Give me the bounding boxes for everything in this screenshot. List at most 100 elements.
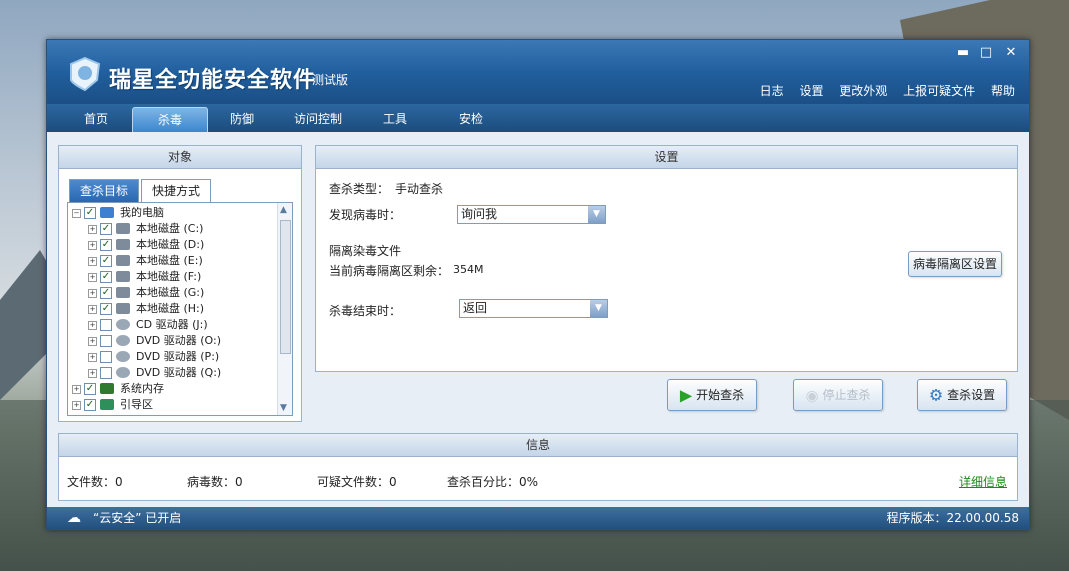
edition-label: 测试版 — [312, 73, 349, 87]
info-panel-title: 信息 — [59, 434, 1017, 457]
chevron-down-icon[interactable]: ▼ — [590, 300, 607, 317]
on-finish-select-value: 返回 — [463, 301, 488, 315]
tree-checkbox[interactable]: ✓ — [100, 223, 112, 235]
tree-checkbox[interactable]: ✓ — [100, 303, 112, 315]
tab-home[interactable]: 首页 — [59, 107, 133, 131]
tab-antivirus[interactable]: 杀毒 — [132, 107, 208, 132]
shield-logo-icon — [70, 56, 101, 92]
expand-toggle-icon[interactable]: + — [72, 385, 81, 394]
expand-toggle-icon[interactable]: + — [88, 337, 97, 346]
tree-item-label: 本地磁盘 (D:) — [136, 238, 205, 251]
expand-toggle-icon[interactable]: + — [88, 353, 97, 362]
chevron-down-icon[interactable]: ▼ — [588, 206, 605, 223]
tab-defense[interactable]: 防御 — [205, 107, 279, 131]
tree-scrollbar[interactable]: ▲ ▼ — [277, 203, 292, 415]
tree-checkbox[interactable]: ✓ — [100, 287, 112, 299]
quarantine-settings-button[interactable]: 病毒隔离区设置 — [908, 251, 1002, 277]
tree-item-label: DVD 驱动器 (O:) — [136, 334, 222, 347]
scan-percent: 查杀百分比：0% — [447, 475, 539, 489]
expand-toggle-icon[interactable]: + — [88, 369, 97, 378]
scan-percent-value: 0% — [519, 475, 539, 489]
link-log[interactable]: 日志 — [760, 84, 784, 98]
tree-checkbox[interactable]: ✓ — [100, 271, 112, 283]
tree-checkbox[interactable]: ✓ — [84, 399, 96, 411]
boot-sector-icon — [100, 399, 114, 410]
suspicious-count: 可疑文件数：0 — [317, 475, 397, 489]
link-help[interactable]: 帮助 — [991, 84, 1015, 98]
expand-toggle-icon[interactable]: + — [88, 273, 97, 282]
link-report-file[interactable]: 上报可疑文件 — [903, 84, 975, 98]
stop-scan-button[interactable]: ◉ 停止查杀 — [793, 379, 883, 411]
on-virus-label: 发现病毒时： — [329, 208, 402, 222]
tree-checkbox[interactable]: ✓ — [100, 255, 112, 267]
maximize-button[interactable]: □ — [978, 45, 994, 60]
on-finish-select[interactable]: 返回 ▼ — [459, 299, 608, 318]
tree-item-label: 本地磁盘 (F:) — [136, 270, 202, 283]
target-panel: 对象 查杀目标 快捷方式 + ✓ 引导区 + ✓ 系统内存 + DVD 驱动器 (Q:) + DV… — [58, 145, 302, 422]
file-count-value: 0 — [115, 475, 123, 489]
expand-toggle-icon[interactable]: + — [88, 225, 97, 234]
stop-scan-label: 停止查杀 — [822, 388, 871, 402]
expand-toggle-icon[interactable]: + — [88, 257, 97, 266]
link-settings[interactable]: 设置 — [799, 84, 823, 98]
tree-checkbox[interactable]: ✓ — [84, 383, 96, 395]
tree-item-label: DVD 驱动器 (P:) — [136, 350, 220, 363]
title-bar: 瑞星全功能安全软件 测试版 ▬ □ ✕ 日志 设置 更改外观 上报可疑文件 帮助 — [47, 40, 1029, 104]
main-tabs: 首页 杀毒 防御 访问控制 工具 安检 — [47, 104, 1029, 132]
link-change-skin[interactable]: 更改外观 — [839, 84, 887, 98]
close-button[interactable]: ✕ — [1003, 45, 1019, 60]
scan-type-value: 手动查杀 — [395, 182, 444, 196]
tab-access-control[interactable]: 访问控制 — [281, 107, 355, 131]
tree-checkbox[interactable] — [100, 319, 112, 331]
cloud-security-status: “云安全” 已开启 — [93, 511, 182, 525]
tree-item-label: 引导区 — [120, 398, 153, 411]
status-bar: ☁ “云安全” 已开启 程序版本：22.00.00.58 — [47, 507, 1029, 529]
tree-checkbox[interactable]: ✓ — [100, 239, 112, 251]
tree-checkbox[interactable] — [100, 335, 112, 347]
start-scan-button[interactable]: ▶ 开始查杀 — [667, 379, 757, 411]
expand-toggle-icon[interactable]: − — [72, 209, 81, 218]
start-scan-label: 开始查杀 — [696, 388, 745, 402]
cd-drive-icon — [116, 319, 130, 330]
subtab-shortcuts[interactable]: 快捷方式 — [141, 179, 212, 202]
disk-icon — [116, 303, 130, 314]
scan-settings-label: 查杀设置 — [947, 388, 996, 402]
expand-toggle-icon[interactable]: + — [88, 289, 97, 298]
target-panel-title: 对象 — [59, 146, 301, 169]
tree-checkbox[interactable]: ✓ — [84, 207, 96, 219]
quarantine-title: 隔离染毒文件 — [329, 244, 402, 258]
expand-toggle-icon[interactable]: + — [88, 305, 97, 314]
disk-icon — [116, 271, 130, 282]
virus-count-value: 0 — [235, 475, 243, 489]
tree-item-label: CD 驱动器 (J:) — [136, 318, 208, 331]
program-version-value: 22.00.00.58 — [946, 511, 1019, 525]
details-link[interactable]: 详细信息 — [959, 473, 1007, 490]
scan-settings-button[interactable]: ⚙ 查杀设置 — [917, 379, 1007, 411]
expand-toggle-icon[interactable]: + — [88, 321, 97, 330]
on-virus-select[interactable]: 询问我 ▼ — [457, 205, 606, 224]
app-window: 瑞星全功能安全软件 测试版 ▬ □ ✕ 日志 设置 更改外观 上报可疑文件 帮助… — [46, 39, 1030, 530]
tree-item-label: 本地磁盘 (G:) — [136, 286, 205, 299]
tree-item-label: 本地磁盘 (C:) — [136, 222, 204, 235]
on-finish-label: 杀毒结束时： — [329, 304, 402, 318]
minimize-button[interactable]: ▬ — [955, 45, 971, 60]
tree-checkbox[interactable] — [100, 351, 112, 363]
quarantine-remaining-label: 当前病毒隔离区剩余： — [329, 264, 450, 278]
subtab-scan-target[interactable]: 查杀目标 — [69, 179, 140, 202]
tree-checkbox[interactable] — [100, 367, 112, 379]
computer-icon — [100, 207, 114, 218]
tab-security-check[interactable]: 安检 — [434, 107, 508, 131]
expand-toggle-icon[interactable]: + — [88, 241, 97, 250]
memory-icon — [100, 383, 114, 394]
tab-tools[interactable]: 工具 — [358, 107, 432, 131]
gear-icon: ⚙ — [928, 385, 944, 405]
program-version: 程序版本：22.00.00.58 — [886, 511, 1019, 525]
suspicious-count-value: 0 — [389, 475, 397, 489]
app-title: 瑞星全功能安全软件 — [109, 68, 317, 93]
scrollbar-thumb[interactable] — [280, 220, 291, 354]
expand-toggle-icon[interactable]: + — [72, 401, 81, 410]
disk-icon — [116, 239, 130, 250]
on-virus-select-value: 询问我 — [461, 207, 498, 221]
virus-count: 病毒数：0 — [187, 475, 243, 489]
tree-item-label: 我的电脑 — [120, 206, 164, 219]
